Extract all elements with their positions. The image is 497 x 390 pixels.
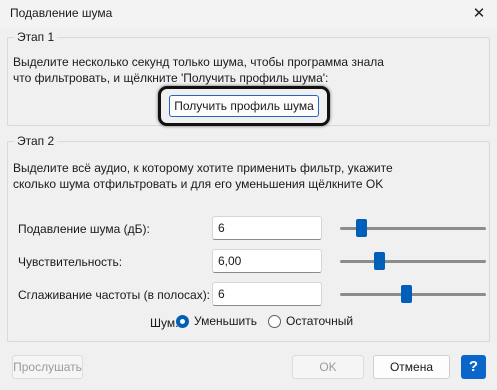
step1-instruction-line2: что фильтровать, и щёлкните 'Получить пр… [13,71,329,85]
noise-mode-label: Шум: [150,316,179,330]
window-title: Подавление шума [10,6,113,20]
noise-reduction-label: Подавление шума (дБ): [18,222,150,236]
frequency-smoothing-slider[interactable] [340,284,486,304]
noise-reduction-input[interactable]: 6 [212,216,322,240]
step1-legend: Этап 1 [17,30,55,44]
get-noise-profile-button[interactable]: Получить профиль шума [169,95,319,117]
radio-reduce-label: Уменьшить [194,314,257,328]
slider-track [340,293,486,296]
slider-thumb[interactable] [401,285,412,303]
preview-button[interactable]: Прослушать [12,355,83,379]
slider-thumb[interactable] [356,219,367,237]
radio-residual-circle[interactable] [268,314,281,328]
step2-legend: Этап 2 [17,134,55,148]
radio-reduce-circle[interactable] [176,314,189,328]
radio-residual-label: Остаточный [286,314,354,328]
cancel-button[interactable]: Отмена [373,355,450,379]
step2-instruction-line2: сколько шума отфильтровать и для его уме… [13,177,384,191]
sensitivity-input[interactable]: 6,00 [212,249,322,273]
radio-residual[interactable]: Остаточный [268,314,353,328]
title-bar: Подавление шума ✕ [0,0,497,28]
step1-instruction-line1: Выделите несколько секунд только шума, ч… [13,55,384,69]
close-icon[interactable]: ✕ [467,2,491,24]
sensitivity-label: Чувствительность: [18,255,123,269]
radio-reduce[interactable]: Уменьшить [176,314,257,328]
slider-track [340,260,486,263]
noise-reduction-slider[interactable] [340,218,486,238]
frequency-smoothing-label: Сглаживание частоты (в полосах): [18,288,211,302]
help-icon[interactable]: ? [461,355,486,379]
frequency-smoothing-input[interactable]: 6 [212,282,322,306]
ok-button[interactable]: OK [292,355,364,379]
profile-button-highlight: Получить профиль шума [158,86,330,126]
slider-thumb[interactable] [374,252,385,270]
sensitivity-slider[interactable] [340,251,486,271]
step2-instruction-line1: Выделите всё аудио, к которому хотите пр… [13,161,393,175]
